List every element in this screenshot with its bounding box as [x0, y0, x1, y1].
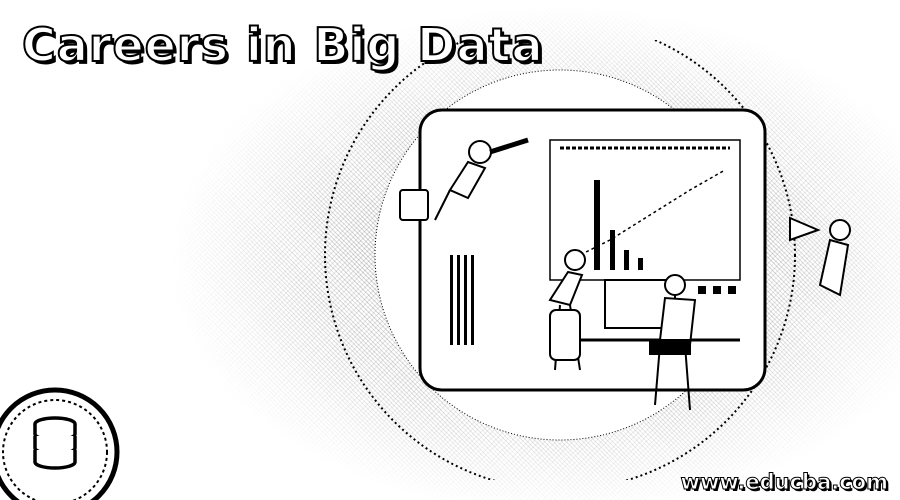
database-icon [0, 387, 120, 500]
chair [549, 309, 581, 361]
banner: Careers in Big Data www.educba.com [0, 0, 900, 500]
chart-bar [594, 180, 600, 270]
chart-bar [610, 230, 615, 270]
person-with-megaphone [789, 216, 851, 297]
chart-bar [638, 258, 643, 270]
watermark: www.educba.com [680, 470, 888, 495]
page-title: Careers in Big Data [21, 17, 544, 73]
chart-bar [624, 250, 629, 270]
data-analytics-illustration [324, 40, 851, 480]
widget-row [698, 286, 736, 294]
